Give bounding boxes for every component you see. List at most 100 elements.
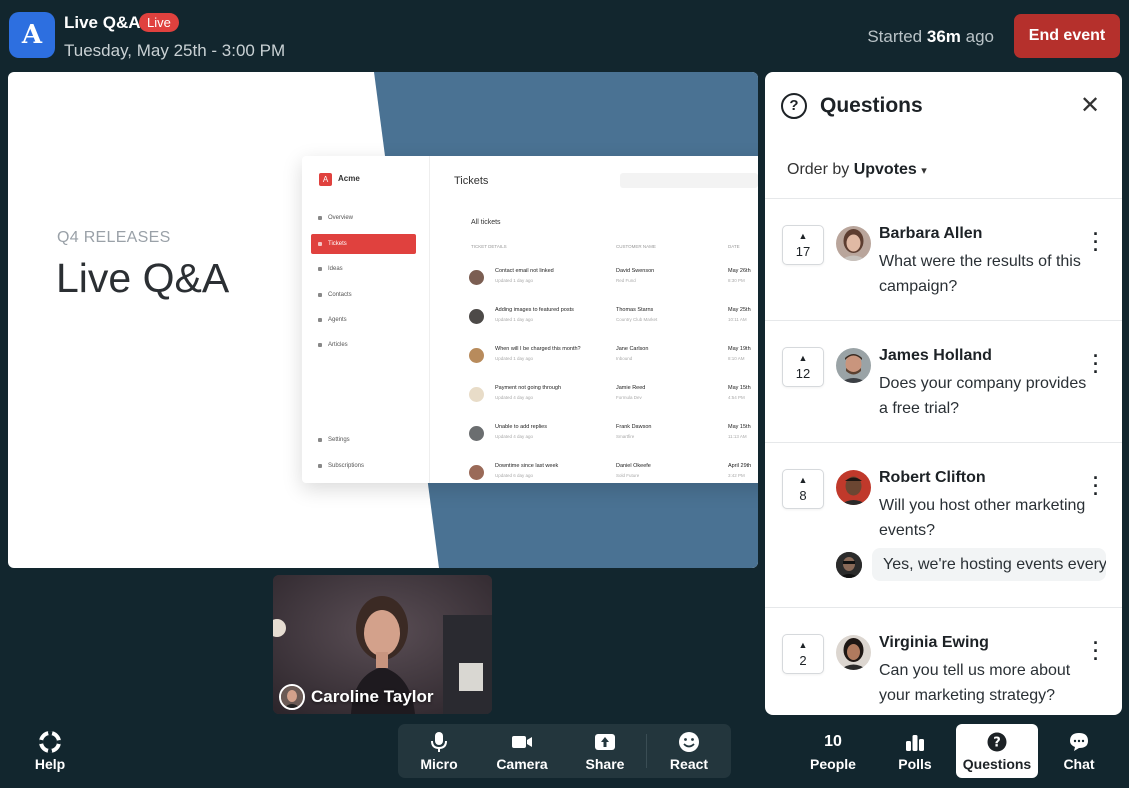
lifebuoy-icon <box>39 730 61 753</box>
mock-row: Payment not going through Updated 4 day … <box>469 383 758 407</box>
mock-company: Inbound <box>616 356 633 361</box>
microphone-icon <box>430 731 448 753</box>
video-camera-icon <box>511 731 533 753</box>
upvote-button[interactable]: ▲ 8 <box>782 469 824 509</box>
slide-title: Live Q&A <box>56 255 230 301</box>
live-badge: Live <box>139 13 179 32</box>
upvote-button[interactable]: ▲ 2 <box>782 634 824 674</box>
people-count: 10 <box>824 732 842 750</box>
mock-nav-overview: Overview <box>311 208 416 228</box>
camera-button[interactable]: Camera <box>490 724 554 778</box>
order-by-dropdown[interactable]: Order by Upvotes ▾ <box>787 161 927 179</box>
presenter-video[interactable]: Caroline Taylor <box>273 575 492 714</box>
end-event-button[interactable]: End event <box>1014 14 1120 58</box>
share-button[interactable]: Share <box>576 724 634 778</box>
more-options-icon[interactable]: · · · <box>1087 347 1105 381</box>
mock-avatar <box>469 309 484 324</box>
questions-label: Questions <box>962 755 1032 772</box>
mock-date: May 26th <box>728 268 751 274</box>
mock-time: 8:10 AM <box>728 356 745 361</box>
order-value: Upvotes <box>853 161 917 178</box>
more-options-icon[interactable]: · · · <box>1087 225 1105 259</box>
mock-nav-contacts: Contacts <box>311 285 416 305</box>
chevron-down-icon: ▾ <box>921 165 927 177</box>
question-circle-icon: ? <box>781 93 807 119</box>
mock-avatar <box>469 387 484 402</box>
event-date: Tuesday, May 25th - 3:00 PM <box>64 41 286 60</box>
mock-subject: Adding images to featured posts <box>495 307 574 313</box>
mock-logo: A <box>319 173 332 186</box>
mock-date: May 19th <box>728 346 751 352</box>
app-logo: A <box>9 12 55 58</box>
micro-button[interactable]: Micro <box>408 724 470 778</box>
smiley-icon <box>678 731 700 753</box>
mock-updated: Updated 1 day ago <box>495 356 534 361</box>
camera-label: Camera <box>496 755 548 772</box>
close-icon[interactable]: ✕ <box>1078 94 1102 118</box>
mock-company: Smartfire <box>616 434 635 439</box>
mock-nav-ideas: Ideas <box>311 259 416 279</box>
host-reply: Yes, we're hosting events every <box>872 548 1106 581</box>
divider <box>765 320 1122 321</box>
chat-button[interactable]: Chat <box>1052 724 1106 778</box>
upvote-count: 2 <box>799 653 807 668</box>
started-suffix: ago <box>965 27 994 46</box>
upvote-arrow-icon: ▲ <box>798 353 808 363</box>
mock-subject: Payment not going through <box>495 385 562 391</box>
upvote-arrow-icon: ▲ <box>798 475 808 485</box>
micro-label: Micro <box>420 755 458 772</box>
react-label: React <box>669 755 709 772</box>
upvote-button[interactable]: ▲ 17 <box>782 225 824 265</box>
mock-sidebar: A Acme Overview Tickets Ideas Contacts A… <box>302 156 430 483</box>
divider <box>765 607 1122 608</box>
mock-nav-agents: Agents <box>311 310 416 330</box>
mock-row: Downtime since last week Updated 6 day a… <box>469 461 758 483</box>
slide-kicker: Q4 RELEASES <box>57 229 171 246</box>
asker-name: James Holland <box>879 347 992 364</box>
started-prefix: Started <box>867 27 923 46</box>
avatar <box>836 348 871 383</box>
help-button[interactable]: Help <box>20 724 80 778</box>
mock-nav-tickets: Tickets <box>311 234 416 254</box>
mock-company: Formula Dev <box>616 395 642 400</box>
chat-bubble-icon <box>1068 731 1090 753</box>
presenter-avatar <box>279 684 305 710</box>
question-text: Will you host other marketing events? <box>879 497 1086 539</box>
mock-updated: Updated 1 day ago <box>495 278 534 283</box>
mock-updated: Updated 1 day ago <box>495 317 534 322</box>
question-text: What were the results of this campaign? <box>879 253 1081 295</box>
mock-customer: Frank Dawson <box>616 424 652 430</box>
mock-heading: Tickets <box>454 175 489 187</box>
mock-subject: When will I be charged this month? <box>495 346 581 352</box>
people-button[interactable]: 10 People <box>802 724 864 778</box>
mock-time: 8:30 PM <box>728 278 745 283</box>
mock-search-bar <box>620 173 758 188</box>
upvote-arrow-icon: ▲ <box>798 231 808 241</box>
question-text: Does your company provides a free trial? <box>879 375 1087 417</box>
divider <box>765 198 1122 199</box>
polls-label: Polls <box>898 755 932 772</box>
more-options-icon[interactable]: · · · <box>1087 469 1105 503</box>
more-options-icon[interactable]: · · · <box>1087 634 1105 668</box>
question-circle-icon: ? <box>987 731 1007 753</box>
mock-updated: Updated 4 day ago <box>495 434 534 439</box>
react-button[interactable]: React <box>660 724 718 778</box>
mock-date: May 15th <box>728 424 751 430</box>
app-screenshot-mock: A Acme Overview Tickets Ideas Contacts A… <box>302 156 758 483</box>
mock-col-ticket: TICKET DETAILS <box>471 244 507 249</box>
mock-company: Red Fund <box>616 278 636 283</box>
mock-avatar <box>469 465 484 480</box>
mock-row: Contact email not linked Updated 1 day a… <box>469 266 758 290</box>
question-text: Can you tell us more about your marketin… <box>879 662 1071 704</box>
mock-col-date: DATE <box>728 244 740 249</box>
mock-brand: Acme <box>338 174 360 183</box>
questions-panel: ? Questions ✕ Order by Upvotes ▾ ▲ 17 Ba… <box>765 72 1122 715</box>
questions-button[interactable]: ? Questions <box>956 724 1038 778</box>
upvote-count: 12 <box>795 366 811 381</box>
mock-row: Unable to add replies Updated 4 day ago … <box>469 422 758 446</box>
upvote-button[interactable]: ▲ 12 <box>782 347 824 387</box>
reply-avatar <box>836 552 862 578</box>
mock-time: 4:54 PM <box>728 395 745 400</box>
polls-button[interactable]: Polls <box>889 724 941 778</box>
avatar <box>836 470 871 505</box>
